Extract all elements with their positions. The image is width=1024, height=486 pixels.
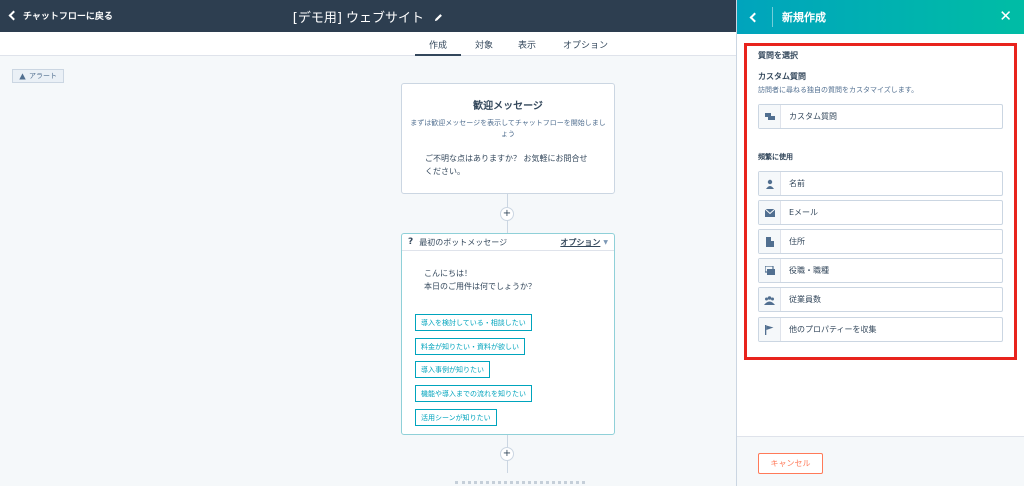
alert-chip[interactable]: アラート bbox=[12, 69, 64, 83]
custom-question-heading: カスタム質問 bbox=[758, 72, 806, 81]
quick-reply-button[interactable]: 活用シーンが知りたい bbox=[415, 409, 497, 426]
quick-reply-button[interactable]: 料金が知りたい・資料が欲しい bbox=[415, 338, 525, 355]
add-step-button[interactable]: + bbox=[500, 207, 514, 221]
question-option-employees[interactable]: 従業員数 bbox=[758, 287, 1003, 312]
option-label: カスタム質問 bbox=[789, 112, 837, 121]
welcome-message-card[interactable]: 歓迎メッセージ まずは歓迎メッセージを表示してチャットフローを開始しましょう ご… bbox=[401, 83, 615, 194]
person-icon bbox=[759, 172, 781, 195]
option-label: 役職・職種 bbox=[789, 266, 829, 275]
option-label: 他のプロパティーを収集 bbox=[789, 325, 877, 334]
tab-options[interactable]: オプション bbox=[563, 38, 608, 51]
bot-options-link[interactable]: オプション bbox=[560, 237, 600, 248]
chat-bubbles-icon bbox=[759, 105, 781, 128]
alert-label: アラート bbox=[29, 72, 57, 80]
option-label: Eメール bbox=[789, 208, 819, 217]
bot-message-header: ? 最初のボットメッセージ オプション ▼ bbox=[402, 234, 614, 251]
option-label: 従業員数 bbox=[789, 295, 821, 304]
question-option-other-property[interactable]: 他のプロパティーを収集 bbox=[758, 317, 1003, 342]
page-title-text: [デモ用] ウェブサイト bbox=[292, 11, 425, 26]
custom-question-description: 訪問者に尋ねる独自の質問をカスタマイズします。 bbox=[758, 86, 919, 94]
question-option-address[interactable]: 住所 bbox=[758, 229, 1003, 254]
flow-canvas: アラート 歓迎メッセージ まずは歓迎メッセージを表示してチャットフローを開始しま… bbox=[0, 56, 736, 486]
panel-title: 新規作成 bbox=[782, 11, 826, 24]
frequent-heading: 頻繁に使用 bbox=[758, 153, 793, 161]
close-icon[interactable]: ✕ bbox=[999, 9, 1012, 24]
welcome-subtitle: まずは歓迎メッセージを表示してチャットフローを開始しましょう bbox=[410, 119, 606, 138]
quick-reply-button[interactable]: 導入事例が知りたい bbox=[415, 361, 490, 378]
welcome-text: ご不明な点はありますか？ お気軽にお問合せください。 bbox=[425, 154, 588, 176]
pencil-icon[interactable] bbox=[434, 11, 443, 26]
caret-down-icon[interactable]: ▼ bbox=[603, 239, 608, 246]
quick-reply-button[interactable]: 機能や導入までの流れを知りたい bbox=[415, 385, 532, 402]
question-option-job-title[interactable]: 役職・職種 bbox=[758, 258, 1003, 283]
envelope-icon bbox=[759, 201, 781, 224]
page-title: [デモ用] ウェブサイト bbox=[0, 7, 736, 26]
top-bar: チャットフローに戻る [デモ用] ウェブサイト bbox=[0, 0, 736, 32]
tab-bar: 作成 対象 表示 オプション bbox=[0, 32, 736, 56]
bot-message-line: こんにちは！ bbox=[424, 269, 472, 278]
id-card-icon bbox=[759, 259, 781, 282]
group-icon bbox=[759, 288, 781, 311]
cancel-button[interactable]: キャンセル bbox=[758, 453, 823, 474]
tab-target[interactable]: 対象 bbox=[475, 38, 493, 51]
option-label: 住所 bbox=[789, 237, 805, 246]
next-step-placeholder bbox=[455, 481, 585, 486]
bot-message-line: 本日のご用件は何でしょうか？ bbox=[424, 282, 536, 291]
panel-body: 質問を選択 カスタム質問 訪問者に尋ねる独自の質問をカスタマイズします。 カスタ… bbox=[737, 34, 1024, 436]
bot-message-card[interactable]: ? 最初のボットメッセージ オプション ▼ こんにちは！ 本日のご用件は何でしょ… bbox=[401, 233, 615, 435]
select-question-heading: 質問を選択 bbox=[758, 51, 798, 60]
panel-footer: キャンセル bbox=[737, 436, 1024, 486]
tab-display[interactable]: 表示 bbox=[518, 38, 536, 51]
add-step-button[interactable]: + bbox=[500, 447, 514, 461]
tab-build[interactable]: 作成 bbox=[414, 38, 462, 56]
panel-back-button[interactable] bbox=[737, 7, 773, 27]
building-icon bbox=[759, 230, 781, 253]
bot-message-text: こんにちは！ 本日のご用件は何でしょうか？ bbox=[424, 267, 614, 293]
warning-icon bbox=[19, 72, 26, 79]
welcome-title: 歓迎メッセージ bbox=[473, 101, 543, 112]
option-label: 名前 bbox=[789, 179, 805, 188]
question-option-email[interactable]: Eメール bbox=[758, 200, 1003, 225]
quick-reply-button[interactable]: 導入を検討している・相談したい bbox=[415, 314, 532, 331]
panel-header: 新規作成 ✕ bbox=[737, 0, 1024, 34]
chevron-left-icon bbox=[749, 12, 760, 22]
question-mark-icon: ? bbox=[408, 237, 414, 247]
custom-question-option[interactable]: カスタム質問 bbox=[758, 104, 1003, 129]
question-option-name[interactable]: 名前 bbox=[758, 171, 1003, 196]
create-panel: 新規作成 ✕ 質問を選択 カスタム質問 訪問者に尋ねる独自の質問をカスタマイズし… bbox=[736, 0, 1024, 486]
flag-icon bbox=[759, 318, 781, 341]
bot-message-title: 最初のボットメッセージ bbox=[419, 237, 508, 247]
